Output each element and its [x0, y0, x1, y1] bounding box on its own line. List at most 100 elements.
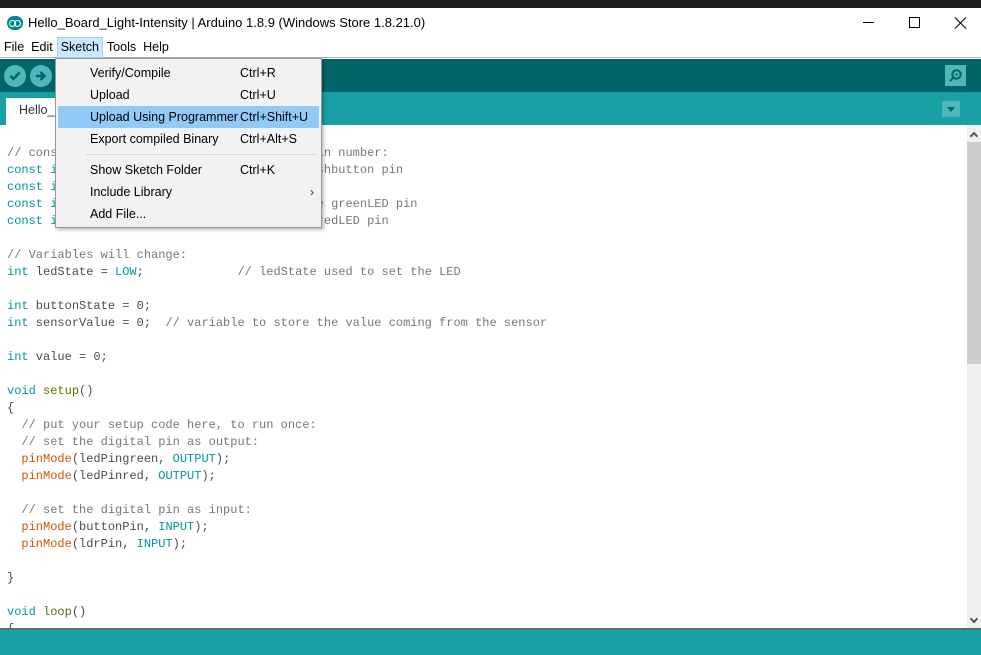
menu-item-upload[interactable]: Upload Ctrl+U — [58, 84, 319, 106]
arduino-logo-icon — [7, 16, 23, 30]
code-token: ); — [215, 452, 231, 466]
magnifier-icon — [949, 69, 962, 82]
menu-item-show-sketch-folder[interactable]: Show Sketch Folder Ctrl+K — [58, 159, 319, 181]
close-button[interactable] — [937, 8, 981, 37]
menu-sketch[interactable]: Sketch — [56, 37, 103, 58]
minimize-button[interactable] — [845, 8, 891, 37]
code-line: pinMode(ledPinred, OUTPUT); — [7, 468, 547, 485]
code-line: void loop() — [7, 604, 547, 621]
code-token: int — [7, 316, 29, 330]
code-line: void setup() — [7, 383, 547, 400]
menu-item-include-library[interactable]: Include Library › — [58, 181, 319, 203]
menu-item-label: Export compiled Binary — [90, 132, 219, 146]
code-token: // set the digital pin as output: — [7, 435, 260, 449]
menu-item-verify-compile[interactable]: Verify/Compile Ctrl+R — [58, 62, 319, 84]
code-token: buttonState = 0; — [28, 299, 152, 313]
tab-menu-button[interactable] — [942, 101, 960, 117]
triangle-down-icon — [947, 106, 955, 112]
menu-tools[interactable]: Tools — [104, 37, 139, 58]
code-line: } — [7, 570, 547, 587]
code-line: int buttonState = 0; — [7, 298, 547, 315]
code-line: { — [7, 400, 547, 417]
submenu-arrow-icon: › — [310, 185, 314, 199]
code-token: int — [7, 299, 29, 313]
code-token: (ledPinred, — [71, 469, 159, 483]
menu-item-label: Show Sketch Folder — [90, 163, 202, 177]
menu-item-add-file[interactable]: Add File... — [58, 203, 319, 225]
code-token: OUTPUT — [172, 452, 216, 466]
code-token: pinMode — [21, 537, 72, 551]
code-token: setup — [43, 384, 80, 398]
menu-item-label: Upload — [90, 88, 130, 102]
menu-item-shortcut: Ctrl+Shift+U — [240, 110, 309, 124]
scroll-thumb[interactable] — [967, 142, 981, 364]
menu-item-label: Verify/Compile — [90, 66, 171, 80]
menu-item-shortcut: Ctrl+K — [240, 163, 276, 177]
scroll-up-button[interactable] — [967, 125, 981, 142]
verify-button[interactable] — [4, 65, 26, 87]
arrow-right-icon — [36, 71, 47, 81]
code-token: (ldrPin, — [71, 537, 137, 551]
code-token: LOW — [115, 265, 137, 279]
code-line: pinMode(ledPingreen, OUTPUT); — [7, 451, 547, 468]
menu-bar: File Edit Sketch Tools Help — [0, 37, 981, 58]
desktop-background-strip — [0, 0, 981, 8]
menu-help[interactable]: Help — [140, 37, 172, 58]
code-line: // Variables will change: — [7, 247, 547, 264]
code-token: int — [7, 265, 29, 279]
code-token: OUTPUT — [158, 469, 202, 483]
code-token: loop — [43, 605, 72, 619]
menu-edit[interactable]: Edit — [28, 37, 56, 58]
code-line: int value = 0; — [7, 349, 547, 366]
code-token: ; — [136, 265, 238, 279]
chevron-down-icon — [969, 614, 979, 623]
code-token: void — [7, 384, 36, 398]
code-token: // cons — [7, 146, 58, 160]
status-area — [0, 630, 981, 655]
upload-button[interactable] — [30, 65, 52, 87]
code-token: () — [71, 605, 87, 619]
code-line: int sensorValue = 0; // variable to stor… — [7, 315, 547, 332]
code-line: // put your setup code here, to run once… — [7, 417, 547, 434]
code-token: ); — [172, 537, 188, 551]
code-token: int — [7, 350, 29, 364]
code-token: ); — [194, 520, 209, 534]
code-line: pinMode(buttonPin, INPUT); — [7, 519, 547, 536]
code-line: // set the digital pin as input: — [7, 502, 547, 519]
menu-file[interactable]: File — [1, 37, 27, 58]
menu-item-shortcut: Ctrl+R — [240, 66, 276, 80]
serial-monitor-button[interactable] — [945, 65, 966, 86]
code-token: // variable to store the value coming fr… — [165, 316, 548, 330]
menu-item-label: Include Library — [90, 185, 172, 199]
vertical-scrollbar[interactable] — [967, 125, 981, 629]
maximize-button[interactable] — [891, 8, 937, 37]
code-token: void — [7, 605, 36, 619]
code-token: { — [7, 401, 15, 415]
menu-item-export-compiled-binary[interactable]: Export compiled Binary Ctrl+Alt+S — [58, 128, 319, 150]
code-token: } — [7, 571, 15, 585]
window-title: Hello_Board_Light-Intensity | Arduino 1.… — [28, 15, 426, 30]
code-token: ); — [201, 469, 216, 483]
code-token: // ledState used to set the LED — [237, 265, 461, 279]
code-token: INPUT — [136, 537, 173, 551]
code-token: pinMode — [21, 452, 72, 466]
code-token: ledState = — [28, 265, 116, 279]
scroll-down-button[interactable] — [967, 612, 981, 629]
code-token: // put your setup code here, to run once… — [7, 418, 317, 432]
menu-item-label: Upload Using Programmer — [90, 110, 238, 124]
menu-item-upload-using-programmer[interactable]: Upload Using Programmer Ctrl+Shift+U — [58, 106, 319, 128]
maximize-icon — [908, 17, 920, 28]
menu-item-shortcut: Ctrl+Alt+S — [240, 132, 297, 146]
code-line: int ledState = LOW; // ledState used to … — [7, 264, 547, 281]
menu-item-label: Add File... — [90, 207, 147, 221]
